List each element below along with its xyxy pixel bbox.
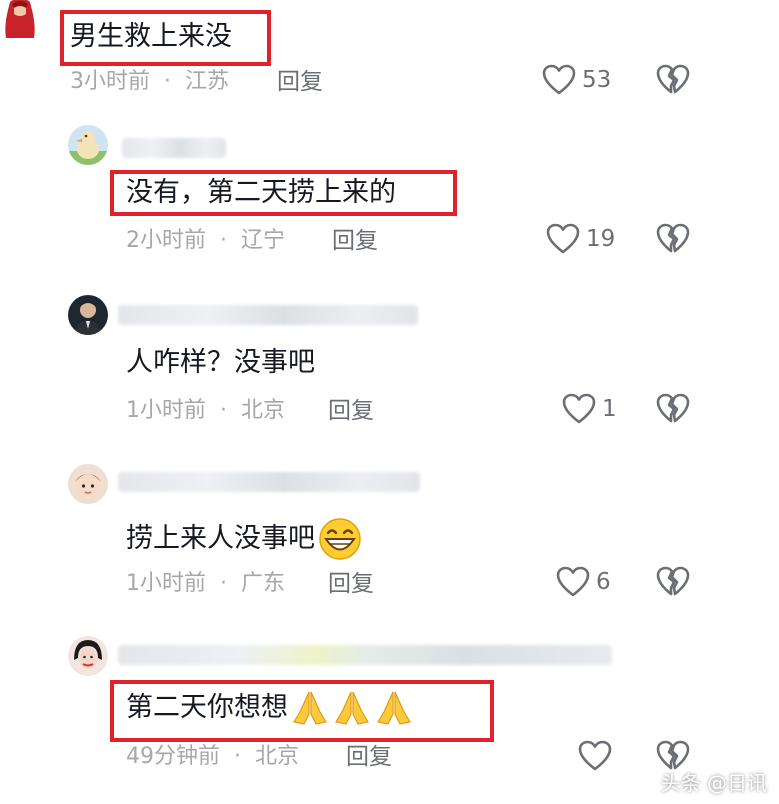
blurred-username[interactable]: [118, 645, 612, 665]
avatar[interactable]: [2, 0, 38, 40]
comment-meta: 2小时前 · 辽宁: [126, 227, 285, 255]
like-count: 6: [596, 569, 611, 595]
comment-text: 人咋样？没事吧: [126, 347, 315, 378]
watermark: 头条 @日讯: [660, 771, 767, 795]
meta-separator: ·: [234, 744, 241, 769]
comment-meta: 3小时前 · 江苏: [70, 68, 229, 96]
comment-location: 辽宁: [241, 228, 286, 253]
broken-heart-icon: [656, 393, 690, 423]
broken-heart-icon: [656, 566, 690, 596]
dislike-button[interactable]: [656, 223, 690, 259]
reply-button[interactable]: 回复: [328, 397, 374, 425]
broken-heart-icon: [656, 64, 690, 94]
comment-meta: 1小时前 · 北京: [126, 397, 285, 425]
comment-time: 2小时前: [126, 228, 206, 253]
comment-time: 1小时前: [126, 398, 206, 423]
broken-heart-icon: [656, 223, 690, 253]
dislike-button[interactable]: [656, 64, 690, 100]
avatar[interactable]: [68, 636, 108, 676]
blurred-username[interactable]: [122, 138, 226, 158]
meta-separator: ·: [164, 69, 171, 94]
like-count: 19: [586, 226, 616, 252]
heart-outline-icon: [546, 223, 580, 254]
comment-meta: 1小时前 · 广东: [126, 570, 285, 598]
like-count: 1: [602, 396, 617, 422]
reply-button[interactable]: 回复: [277, 68, 323, 96]
like-button[interactable]: 1: [562, 393, 617, 425]
comment-location: 北京: [241, 398, 286, 423]
grin-emoji-icon: [319, 518, 361, 560]
comment-location: 广东: [241, 571, 286, 596]
reply-button[interactable]: 回复: [346, 743, 392, 771]
highlight-box: [60, 10, 271, 66]
heart-outline-icon: [562, 393, 596, 424]
reply-button[interactable]: 回复: [332, 227, 378, 255]
heart-outline-icon: [578, 740, 612, 771]
highlight-box: [110, 170, 457, 216]
heart-outline-icon: [556, 566, 590, 597]
comment-meta: 49分钟前 · 北京: [126, 743, 299, 771]
like-button[interactable]: 6: [556, 566, 611, 598]
meta-separator: ·: [220, 228, 227, 253]
dislike-button[interactable]: [656, 393, 690, 429]
avatar[interactable]: [68, 464, 108, 504]
blurred-username[interactable]: [118, 472, 420, 492]
like-button[interactable]: 19: [546, 223, 615, 255]
comment-time: 1小时前: [126, 571, 206, 596]
comment-location: 北京: [255, 744, 300, 769]
blurred-username[interactable]: [118, 305, 418, 325]
meta-separator: ·: [220, 398, 227, 423]
like-button[interactable]: [578, 740, 618, 772]
reply-button[interactable]: 回复: [328, 570, 374, 598]
like-button[interactable]: 53: [542, 64, 611, 96]
comment-time: 3小时前: [70, 69, 150, 94]
comment-text: 捞上来人没事吧: [126, 523, 315, 554]
heart-outline-icon: [542, 64, 576, 95]
highlight-box: [110, 680, 494, 742]
avatar[interactable]: [68, 125, 108, 165]
comment-location: 江苏: [185, 69, 230, 94]
comment-time: 49分钟前: [126, 744, 220, 769]
avatar[interactable]: [68, 295, 108, 335]
dislike-button[interactable]: [656, 566, 690, 602]
meta-separator: ·: [220, 571, 227, 596]
like-count: 53: [582, 67, 612, 93]
comment-row-4: 捞上来人没事吧: [126, 516, 363, 562]
